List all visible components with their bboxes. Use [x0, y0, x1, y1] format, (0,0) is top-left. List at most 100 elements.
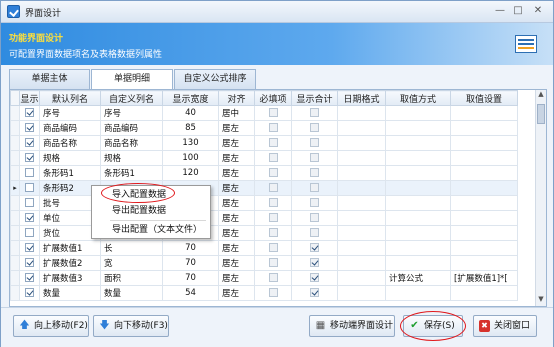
tab-document-main[interactable]: 单据主体	[9, 69, 90, 89]
cell-value-mode[interactable]	[385, 225, 451, 241]
cell-width[interactable]: 70	[162, 240, 219, 256]
cell-required[interactable]	[254, 255, 292, 271]
cell-value-setting[interactable]	[450, 180, 518, 196]
col-header-align[interactable]: 对齐	[218, 90, 255, 106]
menu-item-export-config[interactable]: 导出配置数据	[92, 203, 210, 219]
show-checkbox[interactable]	[25, 183, 34, 192]
cell-default-name[interactable]: 规格	[39, 150, 101, 166]
cell-value-mode[interactable]	[385, 135, 451, 151]
move-down-button[interactable]: 🡇 向下移动(F3)	[93, 315, 169, 337]
cell-custom-name[interactable]: 数量	[100, 285, 163, 301]
cell-value-setting[interactable]	[450, 255, 518, 271]
cell-required[interactable]	[254, 225, 292, 241]
cell-width[interactable]: 70	[162, 255, 219, 271]
sum-checkbox[interactable]	[310, 228, 319, 237]
cell-required[interactable]	[254, 270, 292, 286]
cell-required[interactable]	[254, 150, 292, 166]
cell-width[interactable]: 85	[162, 120, 219, 136]
show-checkbox[interactable]	[25, 168, 34, 177]
cell-value-setting[interactable]	[450, 165, 518, 181]
required-checkbox[interactable]	[268, 198, 278, 207]
cell-show[interactable]	[19, 120, 40, 136]
sum-checkbox[interactable]	[310, 138, 319, 147]
col-header-width[interactable]: 显示宽度	[162, 90, 219, 106]
cell-date-format[interactable]	[337, 270, 386, 286]
cell-value-mode[interactable]	[385, 165, 451, 181]
cell-width[interactable]: 54	[162, 285, 219, 301]
cell-align[interactable]: 居左	[218, 210, 255, 226]
cell-default-name[interactable]: 商品编码	[39, 120, 101, 136]
required-checkbox[interactable]	[268, 168, 278, 177]
cell-show[interactable]	[19, 195, 40, 211]
col-header-required[interactable]: 必填项	[254, 90, 292, 106]
col-header-show[interactable]: 显示	[19, 90, 40, 106]
cell-width[interactable]: 120	[162, 165, 219, 181]
table-row[interactable]: ▸ 条形码2 居左	[10, 180, 518, 196]
cell-value-setting[interactable]	[450, 120, 518, 136]
scroll-up-icon[interactable]: ▲	[536, 90, 546, 101]
cell-custom-name[interactable]: 长	[100, 240, 163, 256]
cell-value-setting[interactable]: [扩展数值1]*[	[450, 270, 518, 286]
table-row[interactable]: 规格 规格 100 居左	[10, 150, 518, 166]
cell-default-name[interactable]: 序号	[39, 105, 101, 121]
required-checkbox[interactable]	[268, 228, 278, 237]
table-row[interactable]: 扩展数值3 面积 70 居左 计算公式 [扩展数值1]*[	[10, 270, 518, 286]
cell-align[interactable]: 居左	[218, 180, 255, 196]
table-row[interactable]: 商品编码 商品编码 85 居左	[10, 120, 518, 136]
col-header-value-mode[interactable]: 取值方式	[385, 90, 451, 106]
cell-show[interactable]	[19, 180, 40, 196]
tab-document-detail[interactable]: 单据明细	[91, 69, 173, 90]
sum-checkbox[interactable]	[310, 153, 319, 162]
cell-required[interactable]	[254, 120, 292, 136]
cell-show-sum[interactable]	[291, 180, 338, 196]
sum-checkbox[interactable]	[310, 183, 319, 192]
required-checkbox[interactable]	[268, 153, 278, 162]
cell-show-sum[interactable]	[291, 285, 338, 301]
cell-show-sum[interactable]	[291, 105, 338, 121]
required-checkbox[interactable]	[268, 213, 278, 222]
cell-required[interactable]	[254, 210, 292, 226]
cell-show[interactable]	[19, 135, 40, 151]
cell-date-format[interactable]	[337, 225, 386, 241]
cell-show[interactable]	[19, 150, 40, 166]
cell-required[interactable]	[254, 105, 292, 121]
cell-value-setting[interactable]	[450, 135, 518, 151]
sum-checkbox[interactable]	[310, 243, 319, 252]
cell-date-format[interactable]	[337, 285, 386, 301]
maximize-icon[interactable]: □	[511, 5, 525, 18]
close-button[interactable]: ✖ 关闭窗口	[473, 315, 537, 337]
move-up-button[interactable]: 🡅 向上移动(F2)	[13, 315, 89, 337]
sum-checkbox[interactable]	[310, 108, 319, 117]
col-header-value-setting[interactable]: 取值设置	[450, 90, 518, 106]
cell-value-mode[interactable]	[385, 120, 451, 136]
cell-align[interactable]: 居左	[218, 195, 255, 211]
cell-show-sum[interactable]	[291, 225, 338, 241]
required-checkbox[interactable]	[268, 183, 278, 192]
table-row[interactable]: 数量 数量 54 居左	[10, 285, 518, 301]
cell-align[interactable]: 居左	[218, 270, 255, 286]
tab-custom-formula-sort[interactable]: 自定义公式排序	[174, 69, 256, 89]
cell-show[interactable]	[19, 285, 40, 301]
cell-date-format[interactable]	[337, 165, 386, 181]
cell-value-mode[interactable]: 计算公式	[385, 270, 451, 286]
cell-custom-name[interactable]: 序号	[100, 105, 163, 121]
cell-align[interactable]: 居左	[218, 240, 255, 256]
cell-default-name[interactable]: 商品名称	[39, 135, 101, 151]
required-checkbox[interactable]	[268, 123, 278, 132]
required-checkbox[interactable]	[268, 288, 278, 297]
scroll-thumb[interactable]	[537, 104, 545, 124]
cell-value-mode[interactable]	[385, 150, 451, 166]
cell-value-setting[interactable]	[450, 240, 518, 256]
table-row[interactable]: 条形码1 条形码1 120 居左	[10, 165, 518, 181]
cell-date-format[interactable]	[337, 135, 386, 151]
cell-value-setting[interactable]	[450, 285, 518, 301]
cell-custom-name[interactable]: 宽	[100, 255, 163, 271]
cell-value-mode[interactable]	[385, 210, 451, 226]
cell-width[interactable]: 130	[162, 135, 219, 151]
show-checkbox[interactable]	[25, 258, 34, 267]
show-checkbox[interactable]	[25, 108, 34, 117]
cell-show-sum[interactable]	[291, 210, 338, 226]
required-checkbox[interactable]	[268, 138, 278, 147]
cell-default-name[interactable]: 条形码1	[39, 165, 101, 181]
sum-checkbox[interactable]	[310, 213, 319, 222]
